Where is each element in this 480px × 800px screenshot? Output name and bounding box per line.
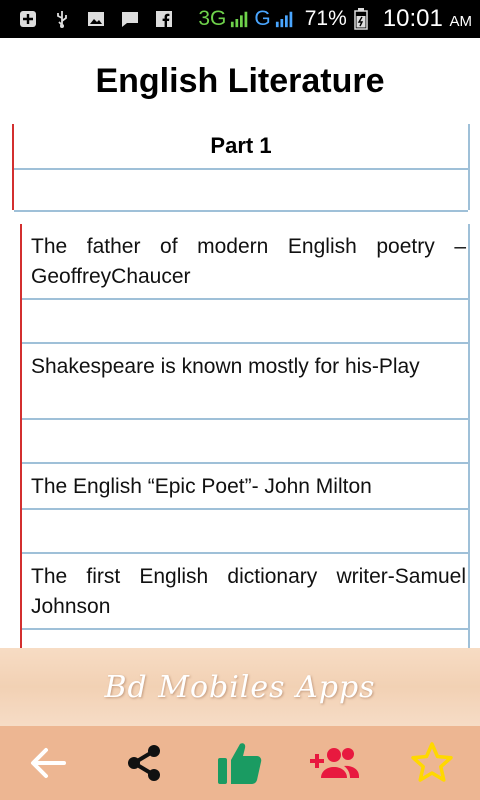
status-bar: 3G G 71% 10:01 AM [0,0,480,38]
list-item: The English “Epic Poet”- John Milton [22,464,468,510]
add-box-icon [18,9,38,29]
status-right: 3G G 71% 10:01 AM [198,0,472,38]
bottom-nav [0,726,480,800]
thumbs-up-icon [218,743,262,784]
content-area[interactable]: Part 1 The father of modern English poet… [0,124,480,648]
network-type-secondary: G [254,7,271,30]
clock: 10:01 AM [383,5,472,33]
back-button[interactable] [18,733,78,793]
star-icon [411,742,453,782]
message-icon [120,9,140,29]
signal-icon [275,9,295,29]
share-icon [128,745,160,781]
battery-percent: 71% [304,7,347,30]
add-user-button[interactable] [306,733,366,793]
empty-row [22,420,468,464]
back-arrow-icon [31,748,66,778]
like-button[interactable] [210,733,270,793]
signal-icon [230,9,250,29]
page-title: English Literature [95,62,385,100]
usb-icon [52,9,72,29]
image-icon [86,9,106,29]
list-item: The first English dictionary writer-Samu… [22,554,468,630]
fact-list: The father of modern English poetry – Ge… [20,224,470,648]
add-user-icon [310,748,359,778]
facebook-icon [154,9,174,29]
list-item: The father of modern English poetry – Ge… [22,224,468,300]
banner-text: Bd Mobiles Apps [104,669,376,705]
ad-banner[interactable]: Bd Mobiles Apps [0,648,480,726]
empty-row [22,510,468,554]
notification-icons [18,0,174,38]
battery-icon [351,8,371,30]
share-button[interactable] [114,733,174,793]
empty-row [22,630,468,648]
clock-ampm: AM [449,13,473,30]
part-box: Part 1 [12,124,470,212]
network-type-primary: 3G [198,7,227,30]
favorite-button[interactable] [402,733,462,793]
empty-row [14,170,468,212]
clock-time: 10:01 [382,5,443,32]
empty-row [22,300,468,344]
list-item: Shakespeare is known mostly for his-Play [22,344,468,420]
part-header: Part 1 [14,124,468,170]
